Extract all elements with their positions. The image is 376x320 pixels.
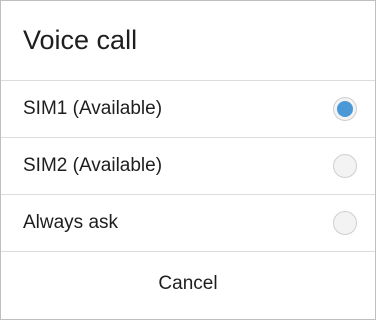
- option-always-ask[interactable]: Always ask: [1, 195, 375, 252]
- option-sim1-label: SIM1 (Available): [23, 98, 163, 119]
- option-sim1[interactable]: SIM1 (Available): [1, 81, 375, 138]
- dialog-title: Voice call: [23, 25, 138, 55]
- option-always-ask-label: Always ask: [23, 212, 119, 233]
- cancel-button[interactable]: Cancel: [1, 252, 375, 316]
- radio-sim2[interactable]: [333, 154, 357, 178]
- voice-call-dialog: Voice call SIM1 (Available) SIM2 (Availa…: [0, 0, 376, 320]
- dialog-header: Voice call: [1, 1, 375, 81]
- option-sim2-label: SIM2 (Available): [23, 155, 163, 176]
- cancel-button-label: Cancel: [158, 273, 218, 294]
- radio-selected-dot: [337, 101, 353, 117]
- radio-sim1[interactable]: [333, 97, 357, 121]
- radio-always-ask[interactable]: [333, 211, 357, 235]
- option-sim2[interactable]: SIM2 (Available): [1, 138, 375, 195]
